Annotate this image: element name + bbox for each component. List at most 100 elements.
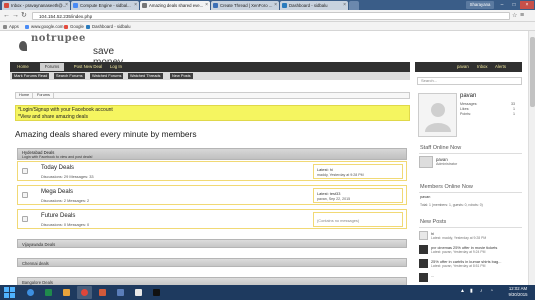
staff-avatar[interactable] bbox=[419, 156, 433, 168]
stat-value[interactable]: 1 bbox=[513, 112, 515, 116]
wifi-icon[interactable]: ◔ bbox=[490, 288, 493, 294]
forum-title[interactable]: Mega Deals bbox=[41, 189, 73, 195]
bookmark-star-icon[interactable]: ☆ bbox=[512, 11, 517, 21]
close-tab-icon[interactable]: × bbox=[65, 1, 68, 10]
tab-inbox[interactable]: Inbox - pravaynanaseeth@... × bbox=[2, 1, 70, 10]
forum-row: Future Deals Discussions: 0 Messages: 0 … bbox=[17, 209, 407, 229]
forum-status-icon bbox=[22, 216, 28, 222]
bookmark-dashboard[interactable]: Dashboard - sidbalu bbox=[86, 22, 130, 31]
post-avatar bbox=[419, 259, 428, 268]
battery-icon[interactable]: ▮ bbox=[470, 288, 473, 294]
dashboard-icon bbox=[282, 3, 287, 8]
forum-status-icon bbox=[22, 192, 28, 198]
tab-label: Create Thread | XenForo ... bbox=[220, 3, 273, 8]
nav-inbox[interactable]: Inbox bbox=[477, 63, 488, 71]
reload-icon[interactable]: ↻ bbox=[21, 11, 27, 21]
store-taskbar-icon[interactable] bbox=[59, 286, 74, 299]
visitor-panel: pavan Messages: 33 Likes: 1 Points: 1 bbox=[417, 93, 522, 141]
nav-alerts[interactable]: Alerts bbox=[495, 63, 506, 71]
nav-log-in[interactable]: Log In bbox=[108, 63, 124, 71]
stat-value[interactable]: 1 bbox=[513, 107, 515, 111]
nav-forums[interactable]: Forums bbox=[40, 63, 64, 71]
excel-taskbar-icon[interactable] bbox=[41, 286, 56, 299]
new-tab-button[interactable] bbox=[349, 1, 359, 10]
post-meta: Latest: pavan, Yesterday at 9:24 PM bbox=[431, 250, 486, 254]
app-taskbar-icon[interactable] bbox=[131, 286, 146, 299]
crumb-forums[interactable]: Forums bbox=[34, 93, 54, 98]
bookmark-google[interactable]: Google bbox=[64, 22, 84, 31]
chrome-taskbar-icon[interactable] bbox=[77, 286, 92, 299]
url-input[interactable]: 104.154.52.235/index.php bbox=[32, 12, 510, 20]
tab-compute-engine[interactable]: Compute Engine - sidbal... × bbox=[71, 1, 139, 10]
subnav-watched-threads[interactable]: Watched Threads bbox=[128, 73, 163, 79]
close-tab-icon[interactable]: × bbox=[274, 1, 277, 10]
new-post-item[interactable]: hi Latest: maddy, Yesterday at 9:28 PM bbox=[419, 231, 522, 242]
forum-stats: Discussions: 2 Messages: 2 bbox=[41, 198, 90, 203]
page-scrollbar[interactable] bbox=[528, 31, 535, 285]
divider bbox=[419, 153, 522, 154]
user-nav: pavan Inbox Alerts bbox=[415, 62, 522, 72]
close-tab-icon[interactable]: × bbox=[343, 1, 346, 10]
minimize-icon[interactable]: – bbox=[496, 1, 508, 9]
notice-line: *View and share amazing deals bbox=[18, 114, 88, 120]
scrollbar-thumb[interactable] bbox=[530, 37, 535, 107]
maximize-icon[interactable]: □ bbox=[508, 1, 520, 9]
new-post-item[interactable]: 25% offer in cartrils in kumar shirts ba… bbox=[419, 259, 522, 270]
back-icon[interactable]: ← bbox=[3, 11, 10, 21]
category-vijayawada[interactable]: Vijayawada Deals bbox=[17, 239, 407, 248]
crumb-home[interactable]: Home bbox=[16, 93, 34, 98]
category-title[interactable]: Vijayawada Deals bbox=[22, 242, 55, 247]
nav-post-new-deal[interactable]: Post New Deal bbox=[72, 63, 104, 71]
search-input[interactable]: Search... bbox=[417, 77, 522, 85]
forum-title[interactable]: Today Deals bbox=[41, 165, 74, 171]
stat-likes: Likes: 1 bbox=[460, 107, 515, 111]
forward-icon[interactable]: → bbox=[12, 11, 19, 21]
online-total: Total: 1 (members: 1, guests: 0, robots:… bbox=[420, 203, 483, 207]
nav-user[interactable]: pavan bbox=[457, 63, 469, 71]
taskbar-clock[interactable]: 12:02 AM 9/30/2015 bbox=[503, 286, 533, 298]
tab-amazing-deals[interactable]: Amazing deals shared eve... × bbox=[140, 1, 210, 10]
ie-taskbar-icon[interactable] bbox=[23, 286, 38, 299]
close-window-icon[interactable]: × bbox=[520, 1, 534, 9]
terminal-taskbar-icon[interactable] bbox=[149, 286, 164, 299]
subnav-new-posts[interactable]: New Posts bbox=[170, 73, 193, 79]
new-post-item[interactable]: pvr cinemas 25% offer in movie tickets L… bbox=[419, 245, 522, 256]
forum-title[interactable]: Future Deals bbox=[41, 213, 75, 219]
post-title[interactable]: ... bbox=[431, 273, 434, 278]
windows-start-icon[interactable] bbox=[4, 287, 15, 298]
menu-icon[interactable]: ≡ bbox=[520, 12, 524, 20]
avatar[interactable] bbox=[418, 93, 457, 137]
category-title[interactable]: Chennai deals bbox=[22, 261, 49, 266]
site-icon bbox=[142, 3, 147, 8]
tab-create-thread[interactable]: Create Thread | XenForo ... × bbox=[211, 1, 279, 10]
latest-post-title[interactable]: Latest: hi bbox=[317, 167, 333, 172]
subnav-watched-forums[interactable]: Watched Forums bbox=[90, 73, 124, 79]
default-avatar-icon bbox=[425, 103, 451, 132]
app-taskbar-icon[interactable] bbox=[113, 286, 128, 299]
bookmark-google-com[interactable]: www.google.com bbox=[25, 22, 63, 31]
category-header[interactable]: Hyderabad Deals Login with Facebook to v… bbox=[17, 148, 407, 160]
visitor-name[interactable]: pavan bbox=[460, 93, 476, 99]
category-chennai[interactable]: Chennai deals bbox=[17, 258, 407, 267]
latest-post-title[interactable]: Latest: test33 bbox=[317, 191, 340, 196]
latest-post-box: Latest: hi maddy, Yesterday at 9:28 PM bbox=[313, 164, 403, 179]
app-taskbar-icon[interactable] bbox=[95, 286, 110, 299]
stat-label: Messages: bbox=[460, 102, 478, 106]
close-tab-icon[interactable]: × bbox=[134, 1, 137, 10]
browser-profile-button[interactable]: Sharayana bbox=[466, 1, 494, 9]
site-logo[interactable]: notrupee save money bbox=[17, 33, 137, 68]
online-member[interactable]: pavan bbox=[420, 195, 430, 199]
subnav-mark-read[interactable]: Mark Forums Read bbox=[12, 73, 50, 79]
tab-label: Amazing deals shared eve... bbox=[149, 3, 204, 8]
stat-value[interactable]: 33 bbox=[511, 102, 515, 106]
category-bangalore[interactable]: Bangalore Deals bbox=[17, 277, 407, 285]
volume-icon[interactable]: ♪ bbox=[480, 288, 483, 294]
new-post-item[interactable]: ... bbox=[419, 273, 522, 284]
nav-home[interactable]: Home bbox=[14, 63, 32, 71]
network-icon[interactable]: ▲ bbox=[460, 288, 465, 294]
google-icon bbox=[64, 24, 68, 29]
bookmark-apps[interactable]: Apps bbox=[3, 22, 19, 31]
subnav-search[interactable]: Search Forums bbox=[54, 73, 85, 79]
tab-dashboard[interactable]: Dashboard - sidbalu × bbox=[280, 1, 348, 10]
close-tab-icon[interactable]: × bbox=[205, 1, 208, 10]
